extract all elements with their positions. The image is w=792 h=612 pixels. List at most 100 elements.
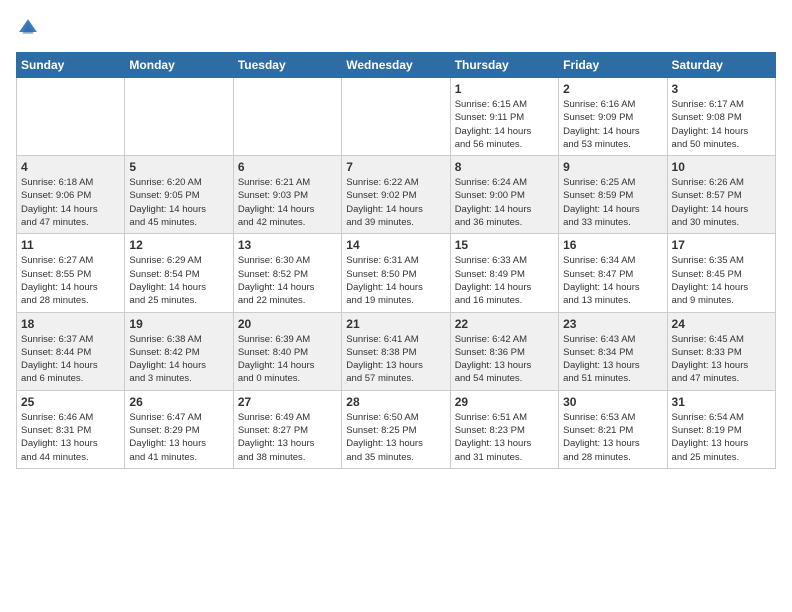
day-number: 1 bbox=[455, 82, 554, 96]
day-of-week-header: Thursday bbox=[450, 53, 558, 78]
day-of-week-header: Friday bbox=[559, 53, 667, 78]
day-info: Sunrise: 6:47 AM Sunset: 8:29 PM Dayligh… bbox=[129, 411, 228, 464]
day-number: 15 bbox=[455, 238, 554, 252]
calendar-week-row: 25 Sunrise: 6:46 AM Sunset: 8:31 PM Dayli… bbox=[17, 390, 776, 468]
day-info: Sunrise: 6:15 AM Sunset: 9:11 PM Dayligh… bbox=[455, 98, 554, 151]
day-info: Sunrise: 6:17 AM Sunset: 9:08 PM Dayligh… bbox=[672, 98, 771, 151]
day-info: Sunrise: 6:42 AM Sunset: 8:36 PM Dayligh… bbox=[455, 333, 554, 386]
calendar-cell: 18Sunrise: 6:37 AM Sunset: 8:44 PM Dayli… bbox=[17, 312, 125, 390]
day-number: 12 bbox=[129, 238, 228, 252]
day-info: Sunrise: 6:30 AM Sunset: 8:52 PM Dayligh… bbox=[238, 254, 337, 307]
day-info: Sunrise: 6:25 AM Sunset: 8:59 PM Dayligh… bbox=[563, 176, 662, 229]
day-number: 25 bbox=[21, 395, 120, 409]
day-info: Sunrise: 6:24 AM Sunset: 9:00 PM Dayligh… bbox=[455, 176, 554, 229]
logo-icon bbox=[16, 16, 40, 40]
day-number: 5 bbox=[129, 160, 228, 174]
calendar-cell: 7Sunrise: 6:22 AM Sunset: 9:02 PM Daylig… bbox=[342, 156, 450, 234]
day-number: 16 bbox=[563, 238, 662, 252]
day-info: Sunrise: 6:22 AM Sunset: 9:02 PM Dayligh… bbox=[346, 176, 445, 229]
day-info: Sunrise: 6:26 AM Sunset: 8:57 PM Dayligh… bbox=[672, 176, 771, 229]
page-header bbox=[16, 16, 776, 40]
day-info: Sunrise: 6:31 AM Sunset: 8:50 PM Dayligh… bbox=[346, 254, 445, 307]
day-number: 31 bbox=[672, 395, 771, 409]
day-info: Sunrise: 6:53 AM Sunset: 8:21 PM Dayligh… bbox=[563, 411, 662, 464]
calendar-cell: 14 Sunrise: 6:31 AM Sunset: 8:50 PM Dayli… bbox=[342, 234, 450, 312]
day-number: 28 bbox=[346, 395, 445, 409]
day-info: Sunrise: 6:27 AM Sunset: 8:55 PM Dayligh… bbox=[21, 254, 120, 307]
day-number: 30 bbox=[563, 395, 662, 409]
calendar-cell: 23 Sunrise: 6:43 AM Sunset: 8:34 PM Dayli… bbox=[559, 312, 667, 390]
calendar-cell bbox=[342, 78, 450, 156]
calendar-cell: 27Sunrise: 6:49 AM Sunset: 8:27 PM Dayli… bbox=[233, 390, 341, 468]
day-info: Sunrise: 6:49 AM Sunset: 8:27 PM Dayligh… bbox=[238, 411, 337, 464]
day-number: 20 bbox=[238, 317, 337, 331]
calendar-cell: 5 Sunrise: 6:20 AM Sunset: 9:05 PM Daylig… bbox=[125, 156, 233, 234]
calendar-cell: 8 Sunrise: 6:24 AM Sunset: 9:00 PM Daylig… bbox=[450, 156, 558, 234]
calendar-cell: 3 Sunrise: 6:17 AM Sunset: 9:08 PM Daylig… bbox=[667, 78, 775, 156]
calendar-cell: 12Sunrise: 6:29 AM Sunset: 8:54 PM Dayli… bbox=[125, 234, 233, 312]
day-info: Sunrise: 6:51 AM Sunset: 8:23 PM Dayligh… bbox=[455, 411, 554, 464]
day-info: Sunrise: 6:34 AM Sunset: 8:47 PM Dayligh… bbox=[563, 254, 662, 307]
day-info: Sunrise: 6:18 AM Sunset: 9:06 PM Dayligh… bbox=[21, 176, 120, 229]
calendar-cell: 28 Sunrise: 6:50 AM Sunset: 8:25 PM Dayli… bbox=[342, 390, 450, 468]
day-number: 24 bbox=[672, 317, 771, 331]
day-number: 22 bbox=[455, 317, 554, 331]
day-info: Sunrise: 6:20 AM Sunset: 9:05 PM Dayligh… bbox=[129, 176, 228, 229]
day-info: Sunrise: 6:37 AM Sunset: 8:44 PM Dayligh… bbox=[21, 333, 120, 386]
day-info: Sunrise: 6:43 AM Sunset: 8:34 PM Dayligh… bbox=[563, 333, 662, 386]
calendar-cell: 16 Sunrise: 6:34 AM Sunset: 8:47 PM Dayli… bbox=[559, 234, 667, 312]
day-number: 26 bbox=[129, 395, 228, 409]
calendar-week-row: 1 Sunrise: 6:15 AM Sunset: 9:11 PM Daylig… bbox=[17, 78, 776, 156]
calendar-cell bbox=[125, 78, 233, 156]
calendar-cell: 29 Sunrise: 6:51 AM Sunset: 8:23 PM Dayli… bbox=[450, 390, 558, 468]
day-number: 4 bbox=[21, 160, 120, 174]
calendar-cell: 30 Sunrise: 6:53 AM Sunset: 8:21 PM Dayli… bbox=[559, 390, 667, 468]
day-number: 8 bbox=[455, 160, 554, 174]
day-info: Sunrise: 6:45 AM Sunset: 8:33 PM Dayligh… bbox=[672, 333, 771, 386]
day-number: 13 bbox=[238, 238, 337, 252]
day-number: 10 bbox=[672, 160, 771, 174]
calendar-cell: 10 Sunrise: 6:26 AM Sunset: 8:57 PM Dayli… bbox=[667, 156, 775, 234]
calendar-week-row: 18Sunrise: 6:37 AM Sunset: 8:44 PM Dayli… bbox=[17, 312, 776, 390]
day-number: 21 bbox=[346, 317, 445, 331]
calendar-table: SundayMondayTuesdayWednesdayThursdayFrid… bbox=[16, 52, 776, 469]
day-number: 23 bbox=[563, 317, 662, 331]
calendar-cell: 17Sunrise: 6:35 AM Sunset: 8:45 PM Dayli… bbox=[667, 234, 775, 312]
day-number: 14 bbox=[346, 238, 445, 252]
day-info: Sunrise: 6:54 AM Sunset: 8:19 PM Dayligh… bbox=[672, 411, 771, 464]
calendar-cell: 6 Sunrise: 6:21 AM Sunset: 9:03 PM Daylig… bbox=[233, 156, 341, 234]
calendar-cell: 31 Sunrise: 6:54 AM Sunset: 8:19 PM Dayli… bbox=[667, 390, 775, 468]
day-number: 3 bbox=[672, 82, 771, 96]
day-number: 6 bbox=[238, 160, 337, 174]
calendar-cell: 15 Sunrise: 6:33 AM Sunset: 8:49 PM Dayli… bbox=[450, 234, 558, 312]
logo bbox=[16, 16, 44, 40]
calendar-cell: 26 Sunrise: 6:47 AM Sunset: 8:29 PM Dayli… bbox=[125, 390, 233, 468]
calendar-cell: 24 Sunrise: 6:45 AM Sunset: 8:33 PM Dayli… bbox=[667, 312, 775, 390]
calendar-cell: 11 Sunrise: 6:27 AM Sunset: 8:55 PM Dayli… bbox=[17, 234, 125, 312]
calendar-cell bbox=[233, 78, 341, 156]
day-info: Sunrise: 6:35 AM Sunset: 8:45 PM Dayligh… bbox=[672, 254, 771, 307]
day-info: Sunrise: 6:46 AM Sunset: 8:31 PM Dayligh… bbox=[21, 411, 120, 464]
day-of-week-header: Monday bbox=[125, 53, 233, 78]
day-info: Sunrise: 6:21 AM Sunset: 9:03 PM Dayligh… bbox=[238, 176, 337, 229]
day-of-week-header: Tuesday bbox=[233, 53, 341, 78]
day-of-week-header: Wednesday bbox=[342, 53, 450, 78]
day-info: Sunrise: 6:50 AM Sunset: 8:25 PM Dayligh… bbox=[346, 411, 445, 464]
day-number: 9 bbox=[563, 160, 662, 174]
calendar-cell: 1 Sunrise: 6:15 AM Sunset: 9:11 PM Daylig… bbox=[450, 78, 558, 156]
day-info: Sunrise: 6:39 AM Sunset: 8:40 PM Dayligh… bbox=[238, 333, 337, 386]
calendar-week-row: 11 Sunrise: 6:27 AM Sunset: 8:55 PM Dayli… bbox=[17, 234, 776, 312]
calendar-cell: 13 Sunrise: 6:30 AM Sunset: 8:52 PM Dayli… bbox=[233, 234, 341, 312]
calendar-cell: 25 Sunrise: 6:46 AM Sunset: 8:31 PM Dayli… bbox=[17, 390, 125, 468]
day-number: 11 bbox=[21, 238, 120, 252]
calendar-week-row: 4 Sunrise: 6:18 AM Sunset: 9:06 PM Daylig… bbox=[17, 156, 776, 234]
day-info: Sunrise: 6:38 AM Sunset: 8:42 PM Dayligh… bbox=[129, 333, 228, 386]
calendar-cell: 22 Sunrise: 6:42 AM Sunset: 8:36 PM Dayli… bbox=[450, 312, 558, 390]
calendar-cell: 9 Sunrise: 6:25 AM Sunset: 8:59 PM Daylig… bbox=[559, 156, 667, 234]
day-number: 19 bbox=[129, 317, 228, 331]
calendar-cell: 20 Sunrise: 6:39 AM Sunset: 8:40 PM Dayli… bbox=[233, 312, 341, 390]
calendar-cell bbox=[17, 78, 125, 156]
day-info: Sunrise: 6:33 AM Sunset: 8:49 PM Dayligh… bbox=[455, 254, 554, 307]
day-of-week-header: Sunday bbox=[17, 53, 125, 78]
day-number: 29 bbox=[455, 395, 554, 409]
